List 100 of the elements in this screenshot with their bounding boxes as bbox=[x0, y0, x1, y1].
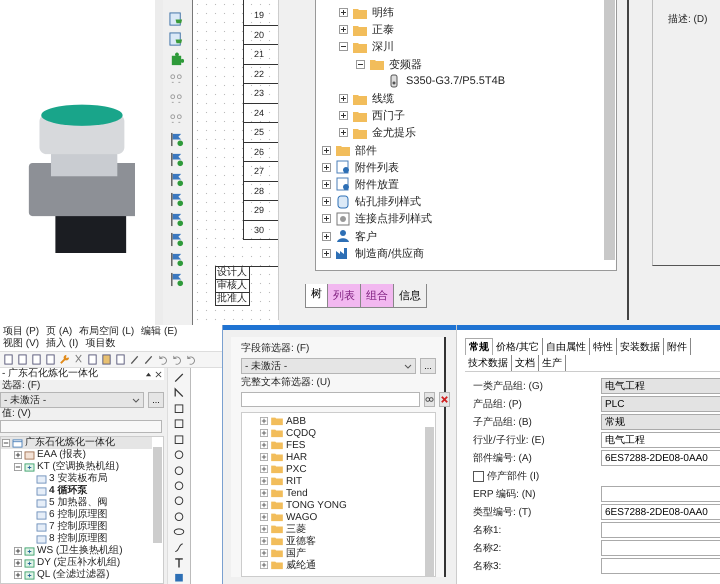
circle-tool-icon[interactable] bbox=[173, 480, 185, 492]
expand-toggle[interactable] bbox=[260, 489, 268, 497]
input-field[interactable]: 6ES7288-2DE08-0AA0 bbox=[601, 504, 720, 520]
input-field[interactable]: 6ES7288-2DE08-0AA0 bbox=[601, 450, 720, 466]
circle-tool-icon[interactable] bbox=[173, 495, 185, 507]
expand-toggle[interactable] bbox=[260, 537, 268, 545]
readonly-field[interactable]: 常规 bbox=[601, 414, 720, 430]
rectangle-tool-icon[interactable] bbox=[173, 434, 185, 446]
expand-toggle[interactable] bbox=[260, 465, 268, 473]
tree-item[interactable]: 6 控制原理图 bbox=[49, 509, 108, 521]
tab[interactable]: 树 bbox=[305, 284, 328, 308]
expand-toggle[interactable] bbox=[260, 549, 268, 557]
scrollbar[interactable] bbox=[153, 447, 162, 543]
flag-icon[interactable] bbox=[168, 172, 184, 187]
tree-item[interactable]: 4 循环泵 bbox=[49, 485, 88, 497]
expand-toggle[interactable] bbox=[339, 94, 348, 104]
checkbox[interactable] bbox=[473, 470, 484, 482]
expand-toggle[interactable] bbox=[322, 146, 331, 155]
tree-item[interactable]: 附件放置 bbox=[355, 176, 399, 192]
expand-toggle[interactable] bbox=[322, 248, 331, 258]
line-tool-icon[interactable] bbox=[173, 372, 185, 384]
tree-item[interactable]: 国产 bbox=[286, 546, 306, 560]
tree-item[interactable]: 明纬 bbox=[372, 5, 394, 20]
tree-item[interactable]: PXC bbox=[286, 464, 307, 474]
tree-item[interactable]: TONG YONG bbox=[286, 500, 347, 510]
menu-item[interactable]: 页 (A) bbox=[46, 326, 72, 338]
expand-toggle[interactable] bbox=[322, 162, 331, 172]
rectangle-tool-icon[interactable] bbox=[173, 402, 185, 414]
tree-item[interactable]: RIT bbox=[286, 476, 302, 486]
tab[interactable]: 技术数据 bbox=[465, 355, 512, 371]
tree-item[interactable]: 三菱 bbox=[286, 522, 306, 536]
input-field[interactable]: 电气工程 bbox=[601, 432, 720, 448]
readonly-field[interactable]: 电气工程 bbox=[601, 378, 720, 394]
expand-toggle[interactable] bbox=[260, 561, 268, 569]
expand-toggle[interactable] bbox=[260, 417, 268, 425]
tree-item[interactable]: 正泰 bbox=[372, 22, 394, 38]
menu-item[interactable]: 视图 (V) bbox=[3, 338, 40, 350]
expand-toggle[interactable] bbox=[2, 439, 10, 447]
flag-icon[interactable] bbox=[168, 192, 184, 207]
expand-toggle[interactable] bbox=[322, 232, 331, 241]
cart-icon[interactable] bbox=[168, 12, 184, 27]
menu-item[interactable]: 布局空间 (L) bbox=[79, 326, 134, 338]
tree-item[interactable]: FES bbox=[286, 440, 306, 450]
curve-tool-icon[interactable] bbox=[173, 542, 185, 554]
tree-item[interactable]: Tend bbox=[286, 488, 308, 498]
pen-icon[interactable] bbox=[143, 354, 154, 365]
expand-toggle[interactable] bbox=[339, 111, 348, 120]
input-field[interactable] bbox=[601, 540, 720, 556]
expand-toggle[interactable] bbox=[260, 513, 268, 521]
tree-item[interactable]: 制造商/供应商 bbox=[355, 246, 424, 261]
flag-icon[interactable] bbox=[168, 132, 184, 147]
document-icon[interactable] bbox=[17, 354, 28, 365]
input-field[interactable] bbox=[601, 486, 720, 502]
tab[interactable]: 列表 bbox=[327, 284, 361, 308]
expand-toggle[interactable] bbox=[322, 197, 331, 206]
flag-icon[interactable] bbox=[168, 212, 184, 227]
image-tool-icon[interactable] bbox=[173, 572, 185, 584]
tree-item[interactable]: 亚德客 bbox=[286, 534, 316, 548]
expand-toggle[interactable] bbox=[14, 559, 22, 567]
tree-item[interactable]: 金尤提乐 bbox=[372, 125, 416, 140]
cart-icon[interactable] bbox=[168, 32, 184, 47]
menu-item[interactable]: 项目数 bbox=[85, 338, 116, 350]
flag-icon[interactable] bbox=[168, 252, 184, 267]
rectangle-tool-icon[interactable] bbox=[173, 418, 185, 430]
tree-item[interactable]: 钻孔排列样式 bbox=[355, 194, 421, 210]
tree-item[interactable]: 连接点排列样式 bbox=[355, 211, 432, 226]
scrollbar[interactable] bbox=[425, 427, 434, 576]
expand-toggle[interactable] bbox=[339, 25, 348, 34]
tree-item[interactable]: DY (定压补水机组) bbox=[37, 557, 120, 569]
text-tool-icon[interactable] bbox=[173, 557, 185, 568]
circle-tool-icon[interactable] bbox=[173, 464, 185, 476]
expand-toggle[interactable] bbox=[260, 453, 268, 461]
tree-item[interactable]: WS (卫生换热机组) bbox=[37, 545, 123, 557]
tab[interactable]: 文档 bbox=[512, 355, 539, 371]
tree-item[interactable]: 深川 bbox=[372, 39, 394, 54]
tree-item[interactable]: ABB bbox=[286, 416, 306, 426]
expand-toggle[interactable] bbox=[14, 451, 22, 459]
value-field[interactable] bbox=[0, 420, 162, 433]
expand-toggle[interactable] bbox=[322, 180, 331, 189]
expand-toggle[interactable] bbox=[14, 547, 22, 555]
expand-toggle[interactable] bbox=[339, 42, 348, 52]
expand-toggle[interactable] bbox=[322, 214, 331, 224]
search-button[interactable] bbox=[424, 392, 435, 407]
document-icon[interactable] bbox=[115, 354, 126, 365]
filter-dropdown[interactable]: - 未激活 - bbox=[0, 392, 144, 408]
expand-toggle[interactable] bbox=[260, 429, 268, 437]
document-icon[interactable] bbox=[31, 354, 42, 365]
expand-toggle[interactable] bbox=[14, 571, 22, 579]
text-filter-field[interactable] bbox=[241, 392, 420, 407]
tree-item[interactable]: 5 加热器、阀 bbox=[49, 497, 108, 509]
scrollbar[interactable] bbox=[604, 0, 615, 260]
tree-item[interactable]: S350-G3.7/P5.5T4B bbox=[406, 75, 506, 88]
expand-toggle[interactable] bbox=[356, 60, 365, 69]
undo-icon[interactable] bbox=[185, 354, 196, 365]
tab[interactable]: 价格/其它 bbox=[493, 338, 543, 355]
expand-toggle[interactable] bbox=[339, 8, 348, 18]
input-field[interactable] bbox=[601, 522, 720, 538]
circle-tool-icon[interactable] bbox=[173, 510, 185, 522]
tree-item[interactable]: CQDQ bbox=[286, 428, 316, 438]
expand-toggle[interactable] bbox=[260, 477, 268, 485]
